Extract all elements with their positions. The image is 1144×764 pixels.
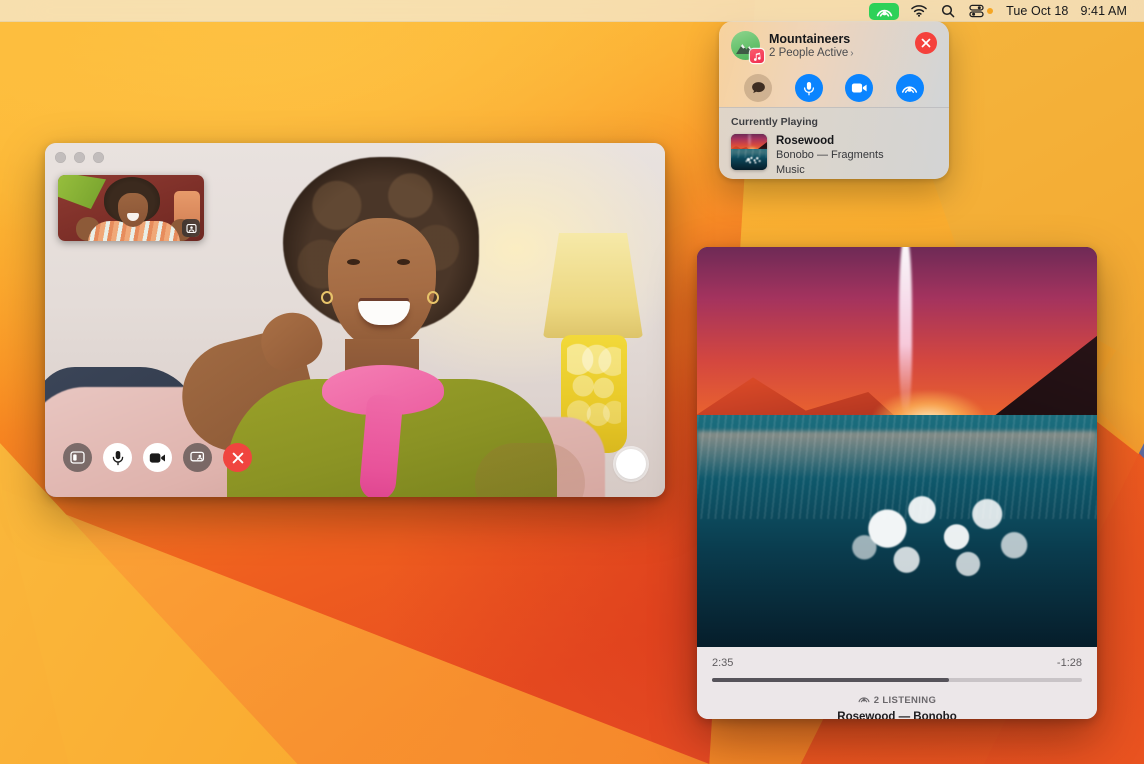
end-call-button[interactable] <box>223 443 252 472</box>
shareplay-icon[interactable] <box>869 3 899 20</box>
shareplay-participants[interactable]: 2 People Active › <box>769 46 906 61</box>
menu-bar-date[interactable]: Tue Oct 18 <box>1000 4 1074 18</box>
sidebar-toggle-button[interactable] <box>63 443 92 472</box>
minimize-window-button[interactable] <box>74 152 85 163</box>
track-artist-album: Bonobo — Fragments <box>776 148 884 162</box>
scene-lamp-shade <box>543 233 643 338</box>
shareplay-participants-label: 2 People Active <box>769 46 848 61</box>
menu-bar-time[interactable]: 9:41 AM <box>1074 4 1133 18</box>
mute-button[interactable] <box>103 443 132 472</box>
now-playing-title: Rosewood — Bonobo <box>712 711 1082 719</box>
remaining-time: -1:28 <box>1057 657 1082 669</box>
close-button[interactable] <box>915 32 937 54</box>
album-artwork-large <box>697 247 1097 647</box>
shareplay-button[interactable] <box>896 74 924 102</box>
menu-bar: Tue Oct 18 9:41 AM <box>0 0 1144 22</box>
track-title: Rosewood <box>776 134 884 148</box>
listening-count: 2 LISTENING <box>874 695 936 706</box>
menu-bar-status-items: Tue Oct 18 9:41 AM <box>864 0 1144 22</box>
shareplay-header: Mountaineers 2 People Active › <box>731 31 937 61</box>
video-button[interactable] <box>845 74 873 102</box>
listening-status: 2 LISTENING <box>712 691 1082 709</box>
messages-button[interactable] <box>744 74 772 102</box>
capture-button[interactable] <box>616 449 646 479</box>
wifi-icon[interactable] <box>904 0 934 22</box>
picture-in-picture-self-view[interactable] <box>58 175 204 241</box>
person-left-earring <box>321 291 333 304</box>
facetime-control-bar[interactable] <box>63 443 252 472</box>
person-right-arm <box>475 443 585 497</box>
microphone-button[interactable] <box>795 74 823 102</box>
shareplay-group-title: Mountaineers <box>769 32 906 46</box>
now-playing-track[interactable]: Rosewood Bonobo — Fragments Music <box>731 134 937 177</box>
track-source-app: Music <box>776 163 884 177</box>
currently-playing-label: Currently Playing <box>731 116 937 128</box>
person-right-eye <box>397 259 410 265</box>
microphone-in-use-indicator <box>987 8 993 14</box>
zoom-window-button[interactable] <box>93 152 104 163</box>
shareplay-icon <box>858 691 870 709</box>
person-in-frame-icon[interactable] <box>182 219 200 237</box>
playback-time-row: 2:35 -1:28 <box>712 657 1082 669</box>
music-app-icon <box>750 49 764 63</box>
close-window-button[interactable] <box>55 152 66 163</box>
now-playing-metadata: Rosewood Bonobo — Fragments Music <box>776 134 884 177</box>
facetime-window[interactable] <box>45 143 665 497</box>
video-button[interactable] <box>143 443 172 472</box>
search-icon[interactable] <box>934 0 962 22</box>
shareplay-action-buttons[interactable] <box>731 61 937 102</box>
playback-progress-fill <box>712 678 949 682</box>
shareplay-panel-top: Mountaineers 2 People Active › <box>719 21 949 107</box>
chevron-right-icon: › <box>850 47 853 60</box>
elapsed-time: 2:35 <box>712 657 733 669</box>
music-playback-bar: 2:35 -1:28 2 LISTENING Rosewood — Bonobo <box>697 647 1097 719</box>
music-player-window[interactable]: 2:35 -1:28 2 LISTENING Rosewood — Bonobo <box>697 247 1097 719</box>
shareplay-now-playing-section: Currently Playing Rosewood Bonobo — Frag… <box>719 107 949 179</box>
shareplay-notification-panel[interactable]: Mountaineers 2 People Active › <box>719 21 949 179</box>
share-screen-button[interactable] <box>183 443 212 472</box>
album-artwork-thumbnail <box>731 134 767 170</box>
control-center-icon[interactable] <box>962 0 1000 22</box>
person-right-earring <box>427 291 439 304</box>
window-traffic-lights[interactable] <box>55 152 104 163</box>
shareplay-title-block: Mountaineers 2 People Active › <box>769 31 906 61</box>
group-avatar[interactable] <box>731 31 760 60</box>
person-left-eye <box>347 259 360 265</box>
playback-progress-bar[interactable] <box>712 678 1082 682</box>
